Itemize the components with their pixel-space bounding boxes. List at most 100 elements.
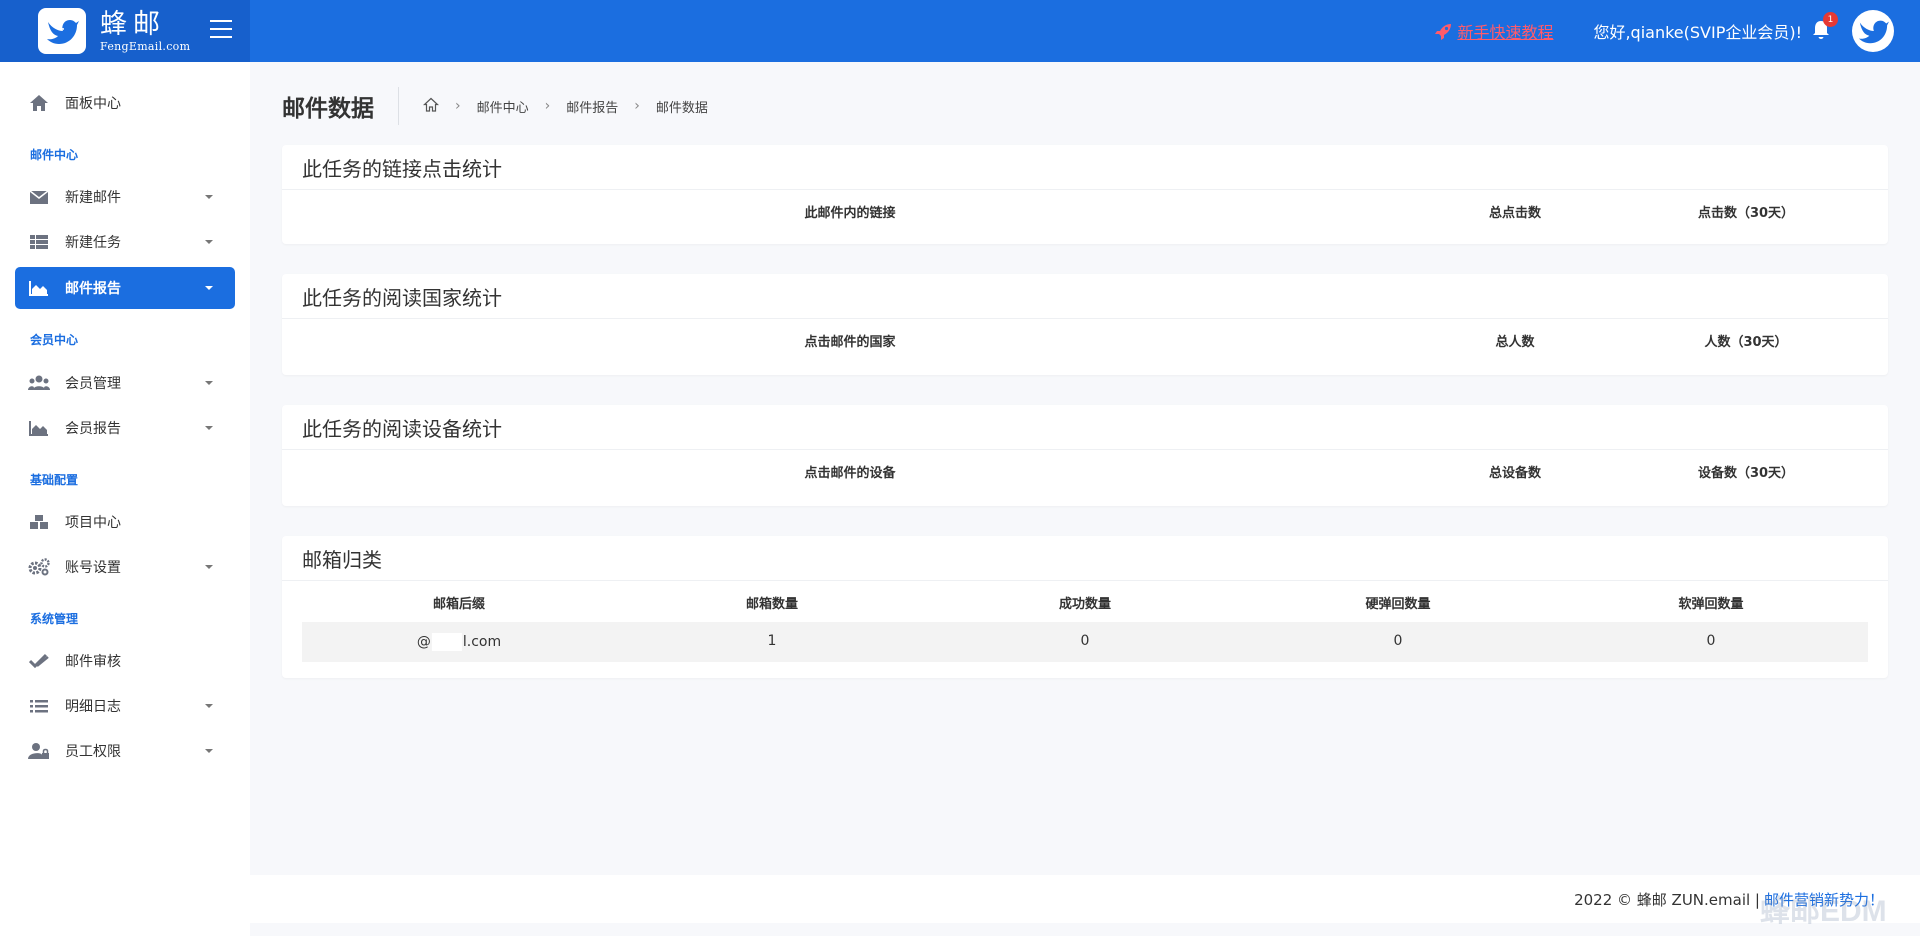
home-icon (28, 94, 50, 112)
sidebar-item-mail-review[interactable]: 邮件审核 (15, 640, 235, 682)
column-header: 邮箱数量 (745, 597, 799, 612)
double-check-icon (28, 652, 50, 670)
logo-bird-icon (38, 8, 86, 54)
column-header: 总设备数 (1488, 466, 1542, 481)
sidebar-item-new-mail[interactable]: 新建邮件 (15, 176, 235, 218)
brand-domain: FengEmail.com (100, 39, 191, 53)
sidebar-item-member-manage[interactable]: 会员管理 (15, 362, 235, 404)
chevron-down-icon (205, 565, 213, 569)
area-chart-icon (28, 279, 50, 297)
list-icon (28, 697, 50, 715)
section-basic-config: 基础配置 (30, 473, 79, 487)
column-header: 人数（30天） (1704, 335, 1788, 350)
user-greeting: 您好,qianke(SVIP企业会员)! (1593, 23, 1802, 42)
link-click-stats-card: 此任务的链接点击统计 此邮件内的链接 总点击数 点击数（30天） (282, 145, 1888, 244)
sidebar-item-label: 会员报告 (65, 421, 121, 437)
menu-toggle-icon[interactable] (210, 20, 232, 40)
column-header: 点击数（30天） (1697, 206, 1795, 221)
footer-copyright: 2022 © 蜂邮 ZUN.email | (1574, 890, 1760, 909)
sidebar-item-project-center[interactable]: 项目中心 (15, 501, 235, 543)
mailbox-suffix-cell: @ l.com (417, 633, 501, 651)
sidebar-item-label: 新建任务 (65, 235, 121, 251)
brand[interactable]: 蜂邮 FengEmail.com (0, 0, 250, 62)
sidebar-item-label: 邮件报告 (65, 281, 121, 297)
success-count-cell: 0 (1080, 633, 1090, 649)
column-header: 成功数量 (1058, 597, 1112, 612)
chevron-down-icon (205, 286, 213, 290)
card-title: 此任务的链接点击统计 (282, 145, 1888, 190)
breadcrumb: › 邮件中心 › 邮件报告 › 邮件数据 (422, 97, 708, 116)
sidebar-item-member-report[interactable]: 会员报告 (15, 407, 235, 449)
chevron-down-icon (205, 195, 213, 199)
watermark-logo: 蜂邮EDM (1760, 895, 1887, 928)
top-header: 蜂邮 FengEmail.com 新手快速教程 您好,qianke(SVIP企业… (0, 0, 1920, 62)
sidebar-item-account-settings[interactable]: 账号设置 (15, 546, 235, 588)
card-title: 邮箱归类 (282, 536, 1888, 581)
notification-bell[interactable]: 1 (1812, 12, 1838, 42)
section-mail-center: 邮件中心 (30, 148, 79, 162)
brand-text: 蜂邮 FengEmail.com (100, 11, 190, 52)
mailbox-class-card: 邮箱归类 邮箱后缀 邮箱数量 成功数量 硬弹回数量 软弹回数量 @ l.com 1… (282, 536, 1888, 678)
user-lock-icon (28, 742, 50, 760)
bird-avatar-icon (1858, 20, 1889, 44)
sidebar-item-detail-log[interactable]: 明细日志 (15, 685, 235, 727)
hard-bounce-cell: 0 (1393, 633, 1403, 649)
column-header: 点击邮件的国家 (804, 335, 896, 350)
chevron-down-icon (205, 240, 213, 244)
sidebar-item-label: 会员管理 (65, 376, 121, 392)
column-header: 此邮件内的链接 (804, 206, 896, 221)
card-title: 此任务的阅读设备统计 (282, 405, 1888, 450)
users-icon (28, 374, 50, 392)
sidebar-item-label: 员工权限 (65, 744, 121, 760)
breadcrumb-mail-report[interactable]: 邮件报告 (566, 97, 618, 116)
area-chart-icon (28, 419, 50, 437)
boxes-icon (28, 513, 50, 531)
sidebar-item-label: 新建邮件 (65, 190, 121, 206)
column-header: 邮箱后缀 (432, 597, 486, 612)
suffix-prefix: @ (416, 634, 431, 650)
chevron-down-icon (205, 704, 213, 708)
section-member-center: 会员中心 (30, 333, 79, 347)
notification-badge: 1 (1823, 12, 1838, 27)
avatar[interactable] (1852, 10, 1894, 52)
table-header: 邮箱后缀 邮箱数量 成功数量 硬弹回数量 软弹回数量 (282, 581, 1888, 621)
card-title: 此任务的阅读国家统计 (282, 274, 1888, 319)
rocket-icon (1435, 24, 1452, 40)
column-header: 软弹回数量 (1678, 597, 1744, 612)
soft-bounce-cell: 0 (1706, 633, 1716, 649)
sidebar-item-mail-report[interactable]: 邮件报告 (15, 267, 235, 309)
column-header: 总点击数 (1488, 206, 1542, 221)
tutorial-link[interactable]: 新手快速教程 (1435, 19, 1553, 43)
home-icon[interactable] (422, 97, 440, 116)
chevron-down-icon (205, 749, 213, 753)
sidebar-item-label: 面板中心 (65, 96, 121, 112)
column-header: 总人数 (1495, 335, 1535, 350)
suffix-rest: l.com (462, 634, 502, 650)
sidebar-item-staff-permission[interactable]: 员工权限 (15, 730, 235, 772)
section-system-manage: 系统管理 (30, 612, 79, 626)
chevron-right-icon: › (455, 98, 461, 114)
header-right: 新手快速教程 您好,qianke(SVIP企业会员)! 1 (1435, 0, 1920, 62)
table-row: @ l.com 1 0 0 0 (302, 622, 1868, 662)
sidebar-item-label: 明细日志 (65, 699, 121, 715)
chevron-right-icon: › (544, 98, 551, 114)
tutorial-label: 新手快速教程 (1457, 23, 1554, 42)
table-icon (28, 233, 50, 251)
sidebar-item-label: 项目中心 (65, 515, 121, 531)
sidebar: 面板中心 邮件中心 新建邮件 新建任务 邮件报告 会员中心 会员管理 会员报告 … (0, 62, 250, 936)
table-header: 此邮件内的链接 总点击数 点击数（30天） (282, 190, 1888, 230)
page-title: 邮件数据 (282, 87, 399, 125)
chevron-right-icon: › (634, 98, 640, 114)
sidebar-item-dashboard[interactable]: 面板中心 (15, 82, 235, 124)
column-header: 硬弹回数量 (1365, 597, 1431, 612)
brand-name: 蜂邮 (100, 8, 166, 40)
chevron-down-icon (205, 381, 213, 385)
redacted-block (431, 633, 462, 651)
column-header: 点击邮件的设备 (804, 466, 896, 481)
breadcrumb-mail-center[interactable]: 邮件中心 (477, 97, 529, 116)
page-header: 邮件数据 › 邮件中心 › 邮件报告 › 邮件数据 (282, 87, 708, 125)
column-header: 设备数（30天） (1697, 466, 1795, 481)
sidebar-item-new-task[interactable]: 新建任务 (15, 221, 235, 263)
device-stats-card: 此任务的阅读设备统计 点击邮件的设备 总设备数 设备数（30天） (282, 405, 1888, 506)
table-header: 点击邮件的设备 总设备数 设备数（30天） (282, 450, 1888, 490)
